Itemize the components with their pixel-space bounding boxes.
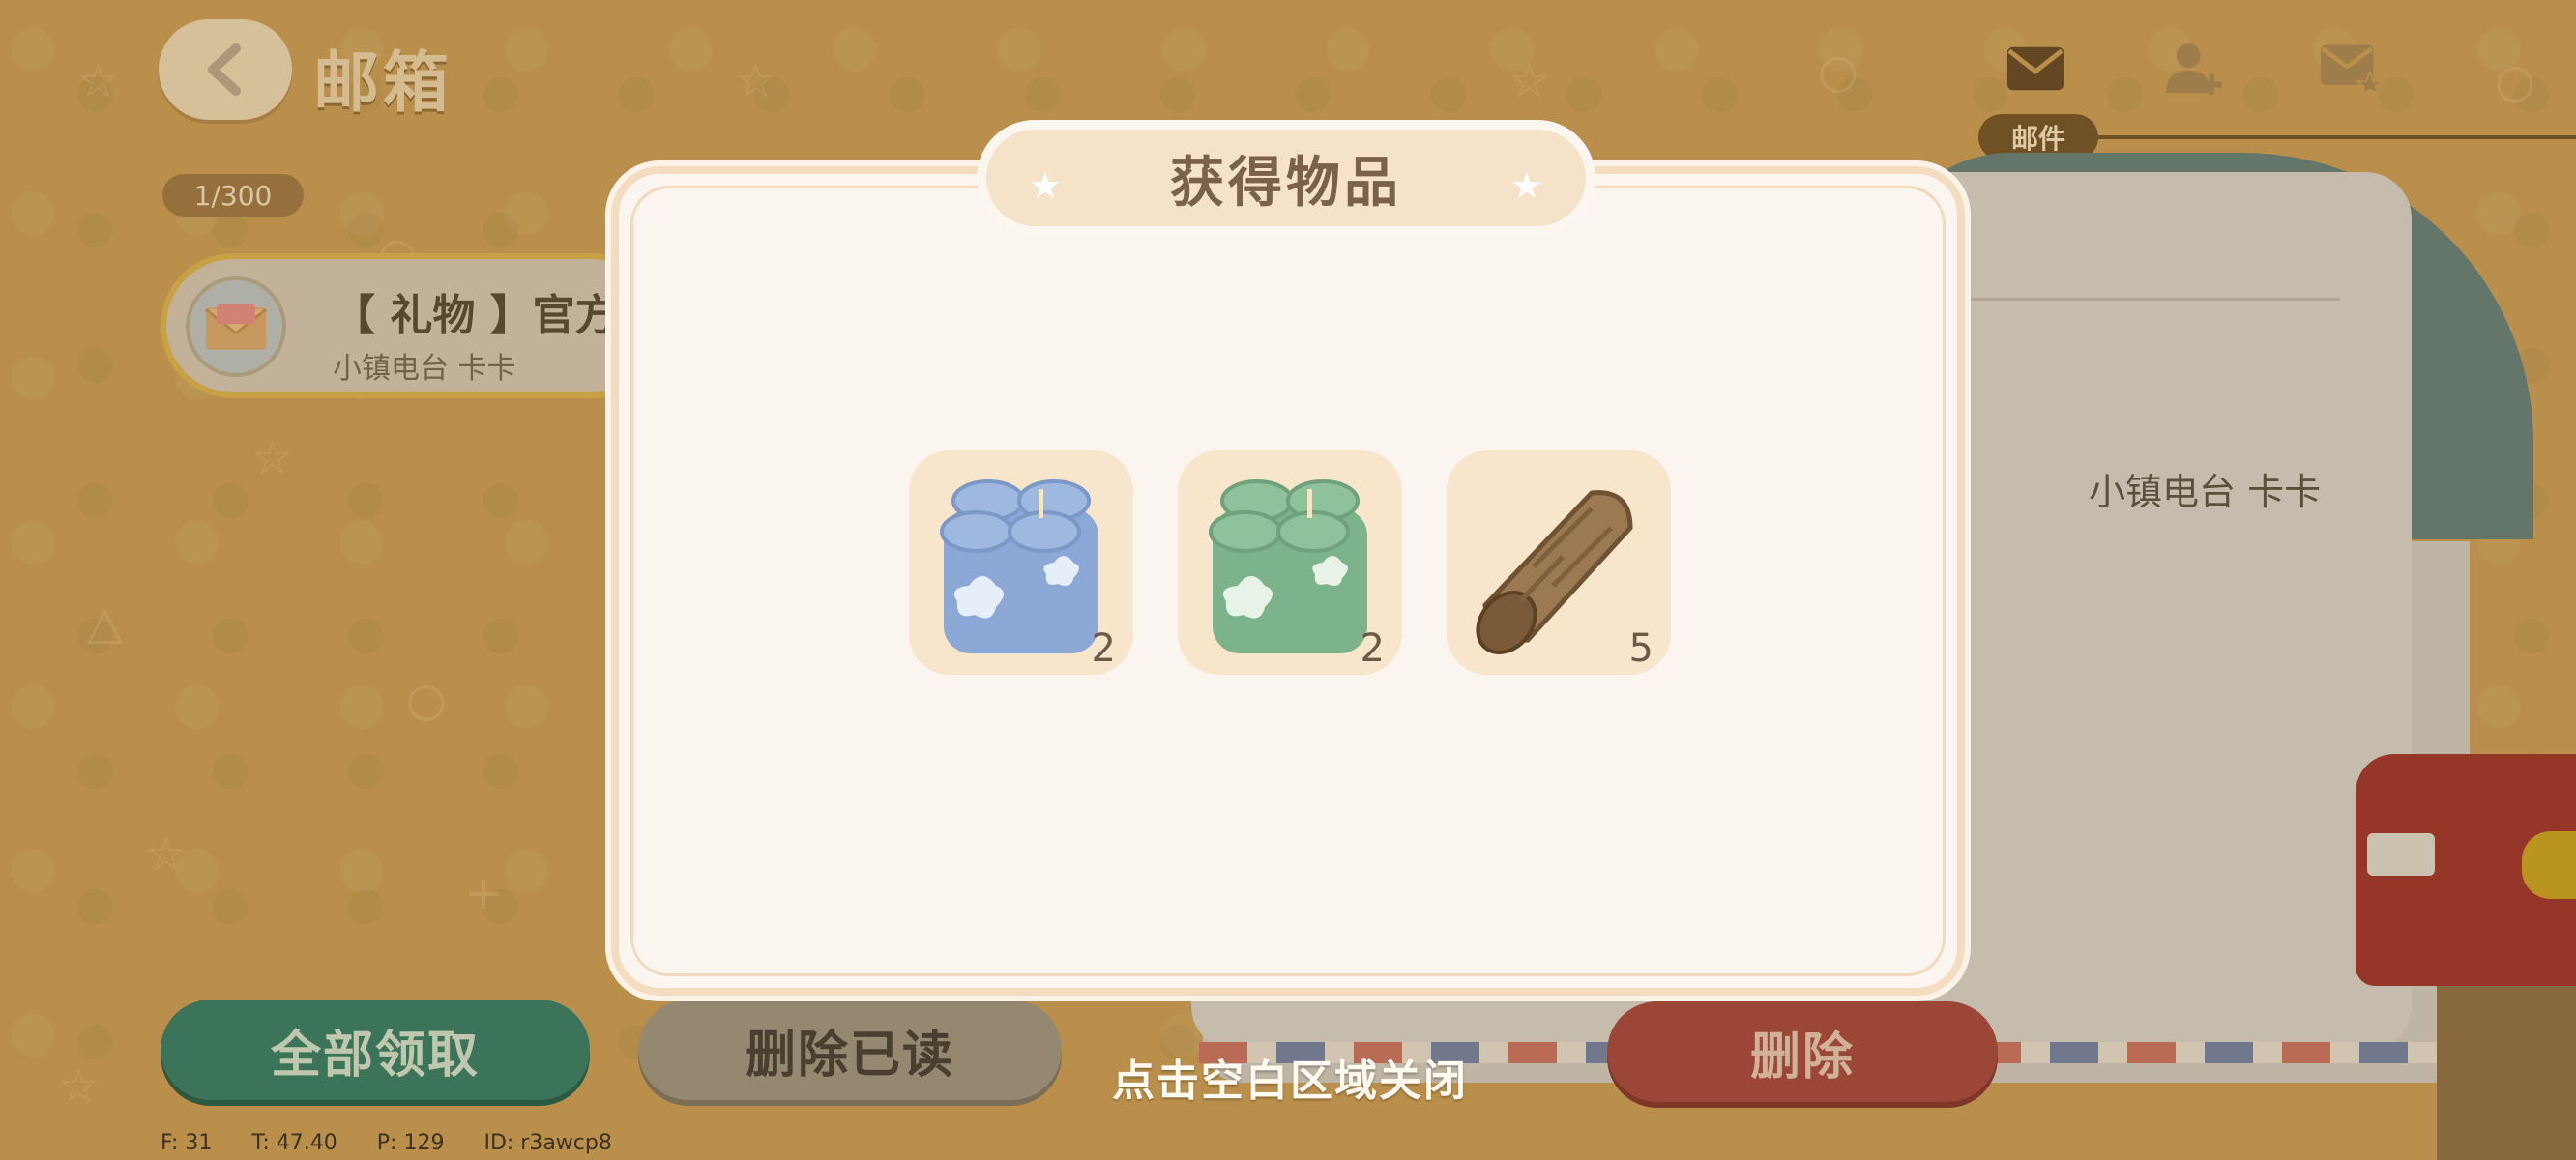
reward-item-slot[interactable]: 5 <box>1447 450 1671 675</box>
reward-item-slot[interactable]: 2 <box>1178 450 1402 675</box>
reward-quantity: 2 <box>1360 626 1385 671</box>
star-icon: ★ <box>1509 164 1543 207</box>
reward-item-slot[interactable]: 2 <box>909 450 1133 675</box>
close-hint: 点击空白区域关闭 <box>1112 1057 1468 1106</box>
modal-title: 获得物品 <box>1170 151 1402 215</box>
reward-quantity: 2 <box>1091 626 1116 671</box>
star-icon: ★ <box>1029 164 1063 207</box>
modal-title-tab: ★ 获得物品 ★ <box>977 120 1595 236</box>
reward-quantity: 5 <box>1628 626 1654 671</box>
